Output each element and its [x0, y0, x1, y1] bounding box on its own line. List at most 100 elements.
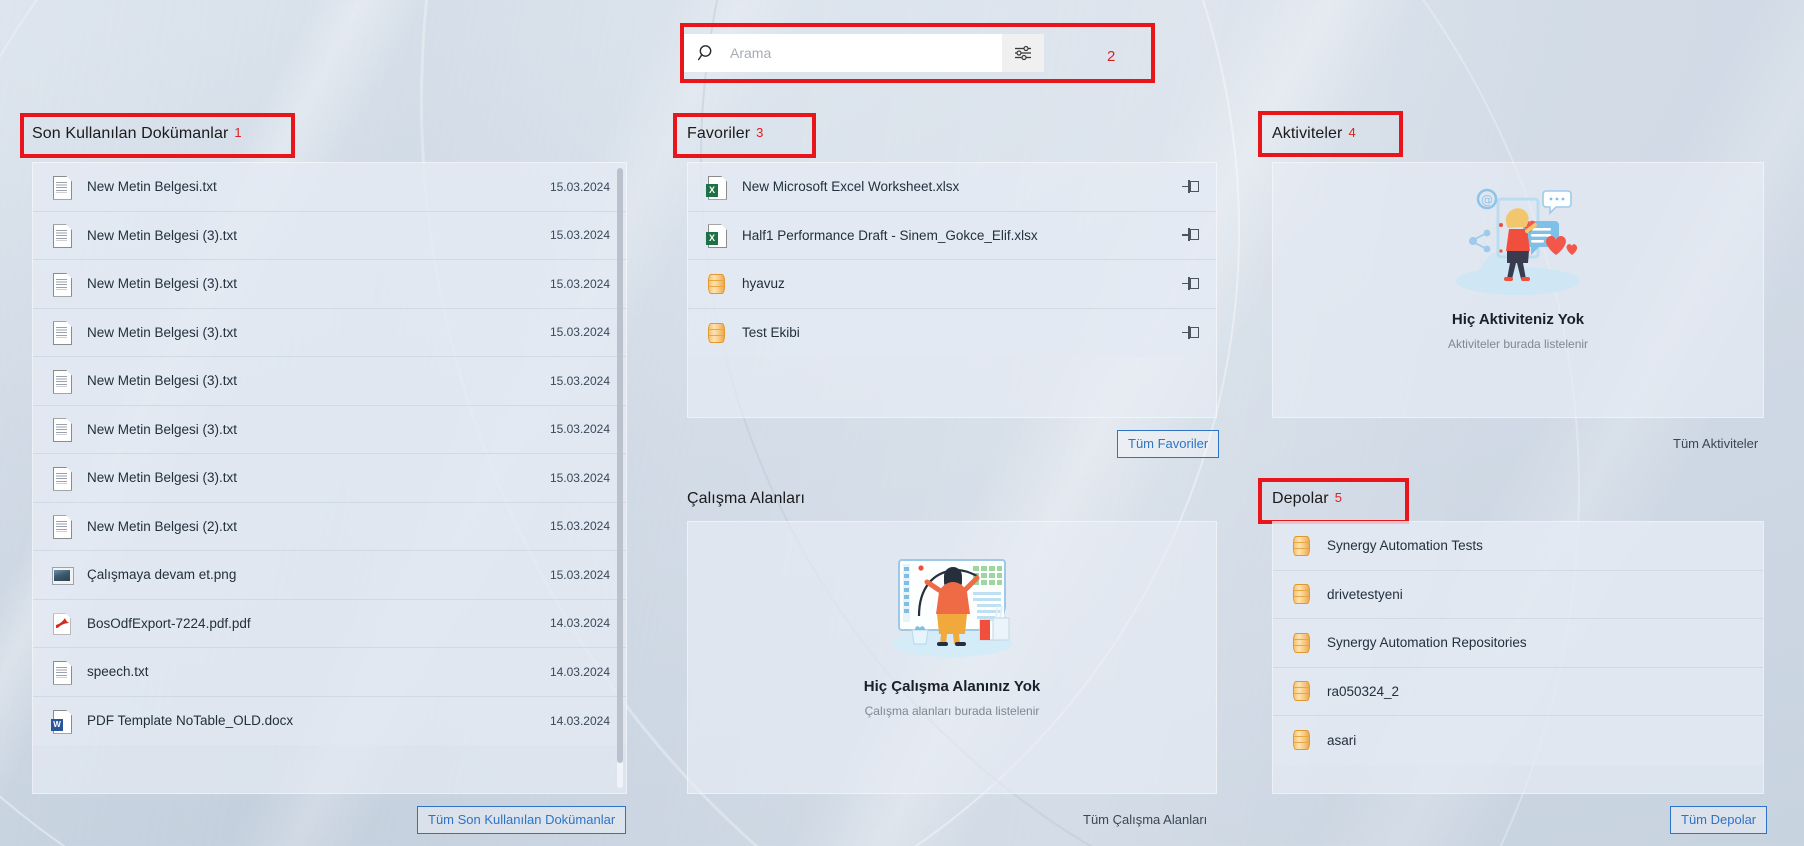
favorite-name: New Microsoft Excel Worksheet.xlsx: [742, 179, 960, 195]
repository-row[interactable]: drivetestyeni: [1273, 570, 1763, 619]
recent-document-row[interactable]: A BosOdfExport-7224.pdf.pdf 14.03.2024: [33, 599, 626, 648]
recent-documents-annotation-number: 1: [234, 125, 242, 140]
favorite-name: Half1 Performance Draft - Sinem_Gokce_El…: [742, 227, 1038, 243]
repository-name: ra050324_2: [1327, 683, 1400, 699]
workspaces-empty-subtitle: Çalışma alanları burada listelenir: [864, 704, 1040, 718]
txt-file-icon: [51, 417, 73, 441]
recent-document-row[interactable]: New Metin Belgesi (3).txt 15.03.2024: [33, 211, 626, 260]
recent-document-date: 14.03.2024: [549, 616, 610, 631]
repository-icon: [1291, 534, 1313, 558]
repository-icon: [1291, 582, 1313, 606]
favorite-name: hyavuz: [742, 276, 785, 292]
workspaces-title-text: Çalışma Alanları: [687, 490, 806, 507]
recent-document-date: 15.03.2024: [549, 422, 610, 437]
recent-document-name: New Metin Belgesi.txt: [87, 179, 217, 195]
recent-documents-list[interactable]: New Metin Belgesi.txt 15.03.2024 New Metin…: [33, 163, 626, 745]
txt-file-icon: [51, 320, 73, 344]
repository-row[interactable]: Synergy Automation Repositories: [1273, 619, 1763, 668]
favorite-row[interactable]: hyavuz: [688, 260, 1216, 309]
favorites-list[interactable]: New Microsoft Excel Worksheet.xlsx Half1 …: [688, 163, 1216, 357]
favorites-annotation-number: 3: [756, 125, 764, 140]
repositories-panel: Synergy Automation Tests drivetestyeni Syn…: [1272, 521, 1764, 794]
unpin-icon[interactable]: [1182, 275, 1200, 293]
repositories-annotation-number: 5: [1334, 490, 1343, 505]
excel-file-icon: [706, 223, 728, 247]
txt-file-icon: [51, 175, 73, 199]
all-repositories-button[interactable]: Tüm Depolar: [1670, 806, 1768, 834]
repository-icon: [1291, 728, 1313, 752]
recent-document-name: New Metin Belgesi (3).txt: [87, 324, 238, 340]
repository-icon: [1291, 679, 1313, 703]
recent-document-row[interactable]: New Metin Belgesi (3).txt 15.03.2024: [33, 454, 626, 503]
unpin-icon[interactable]: [1182, 226, 1200, 244]
all-activities-button[interactable]: Tüm Aktiviteler: [1662, 430, 1769, 458]
search-bar[interactable]: [684, 34, 1044, 72]
repositories-title: Depolar 5: [1272, 490, 1342, 508]
recent-documents-scroll-thumb[interactable]: [617, 168, 623, 763]
repository-row[interactable]: Synergy Automation Tests: [1273, 522, 1763, 571]
recent-document-date: 15.03.2024: [549, 276, 610, 291]
favorites-title-text: Favoriler: [687, 125, 751, 142]
recent-document-name: New Metin Belgesi (3).txt: [87, 470, 238, 486]
favorite-row[interactable]: New Microsoft Excel Worksheet.xlsx: [688, 163, 1216, 212]
recent-documents-title-text: Son Kullanılan Dokümanlar: [32, 125, 229, 142]
recent-document-row[interactable]: PDF Template NoTable_OLD.docx 14.03.2024: [33, 696, 626, 745]
recent-document-date: 15.03.2024: [549, 470, 610, 485]
recent-document-row[interactable]: New Metin Belgesi (2).txt 15.03.2024: [33, 502, 626, 551]
favorites-title: Favoriler 3: [687, 125, 763, 143]
recent-document-date: 14.03.2024: [549, 664, 610, 679]
txt-file-icon: [51, 514, 73, 538]
txt-file-icon: [51, 466, 73, 490]
repository-icon: [706, 272, 728, 296]
recent-document-row[interactable]: New Metin Belgesi.txt 15.03.2024: [33, 163, 626, 212]
favorite-row[interactable]: Test Ekibi: [688, 308, 1216, 357]
pdf-file-icon: A: [51, 611, 73, 635]
favorite-row[interactable]: Half1 Performance Draft - Sinem_Gokce_El…: [688, 211, 1216, 260]
png-image-icon: [51, 563, 74, 587]
favorites-panel: New Microsoft Excel Worksheet.xlsx Half1 …: [687, 162, 1217, 418]
repository-icon: [706, 321, 728, 345]
recent-document-date: 15.03.2024: [549, 519, 610, 534]
recent-document-name: New Metin Belgesi (3).txt: [87, 373, 238, 389]
search-input[interactable]: [730, 34, 1002, 72]
txt-file-icon: [51, 223, 73, 247]
search-icon: [684, 34, 730, 72]
recent-document-name: New Metin Belgesi (3).txt: [87, 227, 238, 243]
svg-text:@: @: [1481, 193, 1493, 207]
recent-document-row[interactable]: New Metin Belgesi (3).txt 15.03.2024: [33, 260, 626, 309]
recent-document-row[interactable]: Çalışmaya devam et.png 15.03.2024: [33, 551, 626, 600]
repository-icon: [1291, 631, 1313, 655]
all-favorites-button[interactable]: Tüm Favoriler: [1117, 430, 1220, 458]
workspaces-empty-state: Hiç Çalışma Alanınız Yok Çalışma alanlar…: [688, 678, 1216, 718]
recent-document-date: 15.03.2024: [549, 325, 610, 340]
activities-annotation-number: 4: [1348, 125, 1356, 140]
filter-sliders-icon[interactable]: [1002, 34, 1044, 72]
recent-document-date: 15.03.2024: [549, 373, 610, 388]
activities-empty-subtitle: Aktiviteler burada listelenir: [1447, 337, 1589, 351]
recent-document-row[interactable]: speech.txt 14.03.2024: [33, 648, 626, 697]
unpin-icon[interactable]: [1182, 178, 1200, 196]
repositories-list[interactable]: Synergy Automation Tests drivetestyeni Syn…: [1273, 522, 1763, 765]
activities-title: Aktiviteler 4: [1272, 125, 1356, 143]
repository-name: asari: [1327, 732, 1357, 748]
recent-document-row[interactable]: New Metin Belgesi (3).txt 15.03.2024: [33, 308, 626, 357]
unpin-icon[interactable]: [1182, 324, 1200, 342]
repository-name: Synergy Automation Tests: [1327, 538, 1483, 554]
repository-row[interactable]: ra050324_2: [1273, 667, 1763, 716]
recent-document-date: 15.03.2024: [549, 228, 610, 243]
recent-document-name: New Metin Belgesi (2).txt: [87, 518, 238, 534]
recent-document-row[interactable]: New Metin Belgesi (3).txt 15.03.2024: [33, 357, 626, 406]
workspaces-empty-title: Hiç Çalışma Alanınız Yok: [863, 678, 1041, 695]
word-file-icon: [51, 709, 73, 733]
recent-document-date: 14.03.2024: [549, 713, 610, 728]
all-workspaces-button[interactable]: Tüm Çalışma Alanları: [1072, 806, 1218, 834]
all-recent-documents-button[interactable]: Tüm Son Kullanılan Dokümanlar: [417, 806, 627, 834]
recent-document-row[interactable]: New Metin Belgesi (3).txt 15.03.2024: [33, 405, 626, 454]
txt-file-icon: [51, 272, 73, 296]
repository-row[interactable]: asari: [1273, 716, 1763, 765]
txt-file-icon: [51, 660, 73, 684]
activities-empty-title: Hiç Aktiviteniz Yok: [1451, 311, 1585, 328]
activities-empty-state: Hiç Aktiviteniz Yok Aktiviteler burada l…: [1273, 311, 1763, 351]
workspaces-empty-illustration: [877, 548, 1027, 665]
favorite-name: Test Ekibi: [742, 325, 800, 341]
